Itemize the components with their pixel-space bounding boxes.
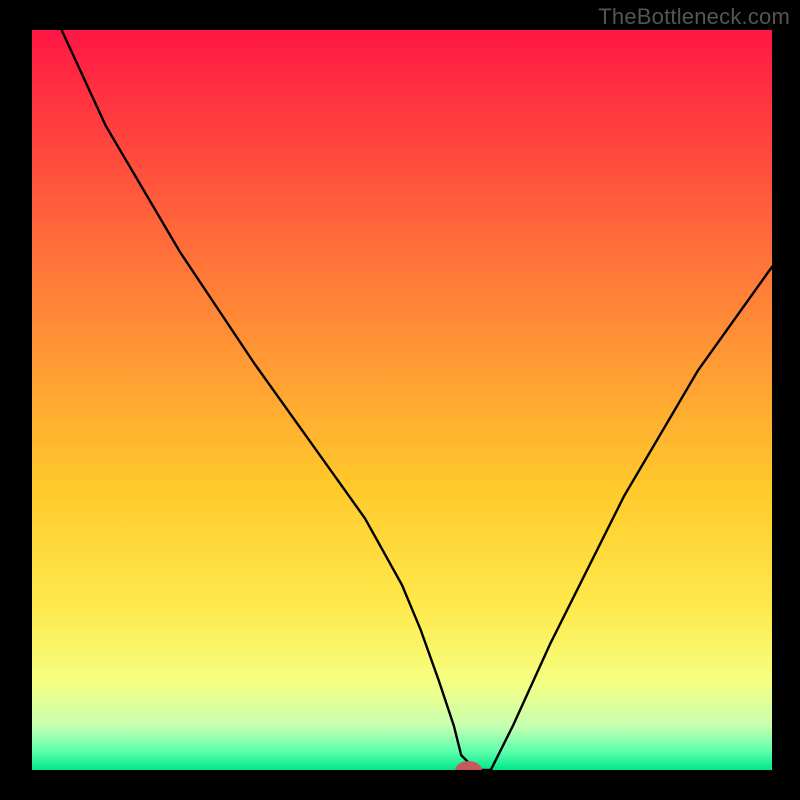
watermark-text: TheBottleneck.com [598,4,790,30]
plot-area [32,30,772,770]
chart-svg [32,30,772,770]
chart-frame: TheBottleneck.com [0,0,800,800]
heatmap-background [32,30,772,770]
